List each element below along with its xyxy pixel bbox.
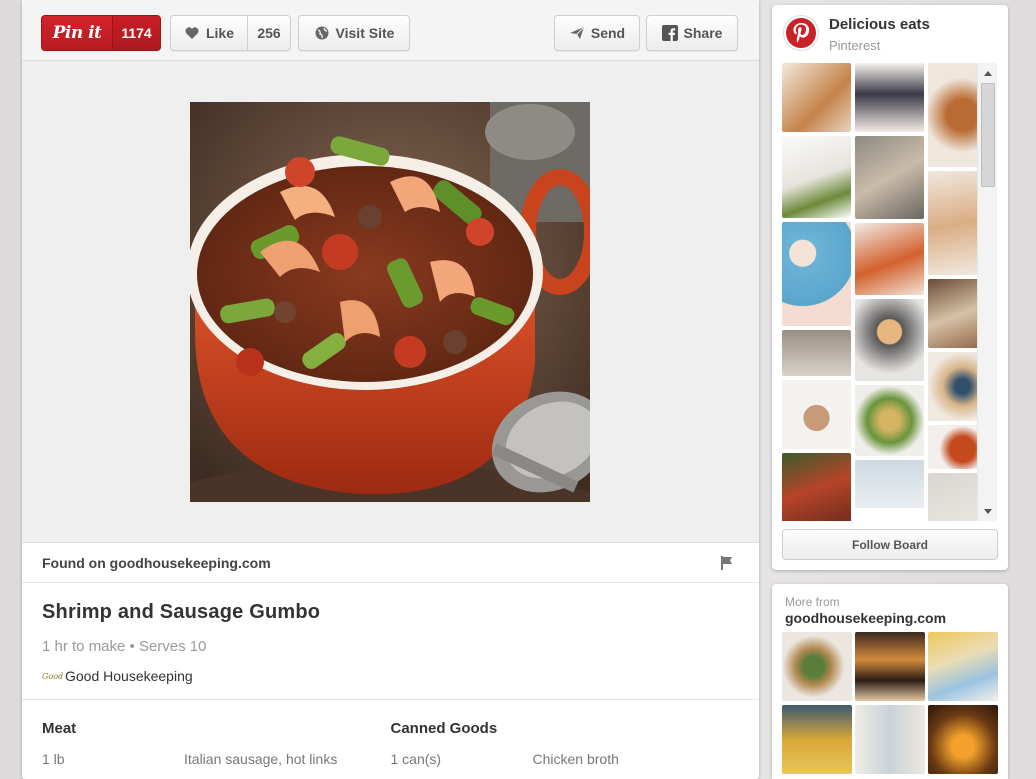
recipe-meta: 1 hr to make • Serves 10 bbox=[42, 638, 207, 655]
ingredient-group-heading: Canned Goods bbox=[390, 720, 498, 737]
send-label: Send bbox=[590, 25, 626, 41]
gumbo-photo[interactable] bbox=[190, 102, 590, 502]
good-housekeeping-logo: Good bbox=[42, 671, 64, 681]
board-pin-thumbnail[interactable] bbox=[782, 330, 851, 376]
board-pin-thumbnail[interactable] bbox=[782, 380, 851, 449]
repin-count: 1174 bbox=[112, 16, 160, 50]
pinterest-logo-icon bbox=[786, 18, 816, 48]
ingredient-group: Meat 1 lb Italian sausage, hot links bbox=[42, 720, 391, 767]
visit-site-label: Visit Site bbox=[335, 25, 395, 41]
board-pin-thumbnail[interactable] bbox=[782, 136, 851, 218]
more-from-label: More from bbox=[785, 595, 840, 609]
more-from-card: More from goodhousekeeping.com bbox=[772, 584, 1008, 779]
more-from-site[interactable]: goodhousekeeping.com bbox=[785, 610, 946, 626]
grid-column bbox=[855, 63, 924, 512]
ingredients-section: Meat 1 lb Italian sausage, hot links Can… bbox=[22, 700, 759, 767]
board-pin-grid bbox=[782, 63, 985, 521]
visit-site-button[interactable]: Visit Site bbox=[298, 15, 410, 51]
grid-column bbox=[782, 63, 851, 521]
like-label: Like bbox=[205, 25, 234, 41]
more-pin-thumbnail[interactable] bbox=[855, 705, 925, 774]
board-header[interactable]: Delicious eats Pinterest bbox=[772, 5, 1008, 63]
ingredient-group-heading: Meat bbox=[42, 720, 77, 737]
pin-it-label: Pin it bbox=[52, 23, 102, 43]
ingredient-qty: 1 lb bbox=[42, 751, 65, 767]
ingredient-item: Italian sausage, hot links bbox=[184, 751, 338, 767]
paper-plane-icon bbox=[569, 26, 585, 39]
more-pin-thumbnail[interactable] bbox=[782, 705, 852, 774]
pin-it-button[interactable]: Pin it 1174 bbox=[41, 15, 161, 51]
ingredient-qty: 1 can(s) bbox=[390, 751, 442, 767]
found-on-text[interactable]: Found on goodhousekeeping.com bbox=[42, 555, 271, 571]
share-label: Share bbox=[683, 25, 723, 41]
like-button[interactable]: Like 256 bbox=[170, 15, 291, 51]
more-pin-thumbnail[interactable] bbox=[782, 632, 852, 701]
board-pin-thumbnail[interactable] bbox=[782, 453, 851, 521]
pin-card: Pin it 1174 Like 256 Visit Site Send Sha… bbox=[22, 0, 759, 779]
board-owner[interactable]: Pinterest bbox=[829, 38, 880, 53]
globe-icon bbox=[315, 26, 329, 40]
heart-icon bbox=[185, 27, 199, 39]
board-scrollbar[interactable] bbox=[977, 63, 997, 521]
send-button[interactable]: Send bbox=[554, 15, 640, 51]
board-pin-thumbnail[interactable] bbox=[855, 136, 924, 219]
pin-toolbar: Pin it 1174 Like 256 Visit Site Send Sha… bbox=[22, 0, 759, 61]
board-pin-thumbnail[interactable] bbox=[855, 223, 924, 295]
more-pin-thumbnail[interactable] bbox=[928, 705, 998, 774]
found-on-row: Found on goodhousekeeping.com bbox=[22, 543, 759, 583]
scroll-down-arrow-icon[interactable] bbox=[978, 503, 998, 519]
board-pin-thumbnail[interactable] bbox=[782, 222, 851, 326]
scrollbar-thumb[interactable] bbox=[981, 83, 995, 187]
pin-image-stage bbox=[22, 61, 759, 543]
share-button[interactable]: Share bbox=[646, 15, 738, 51]
board-pin-thumbnail[interactable] bbox=[855, 63, 924, 132]
like-main[interactable]: Like bbox=[171, 16, 247, 50]
source-name[interactable]: Good Housekeeping bbox=[65, 668, 193, 684]
pinterest-logo-avatar[interactable] bbox=[783, 15, 819, 51]
pin-title: Shrimp and Sausage Gumbo bbox=[42, 601, 321, 623]
board-pin-thumbnail[interactable] bbox=[855, 460, 924, 508]
follow-board-button[interactable]: Follow Board bbox=[782, 529, 998, 560]
ingredient-row: 1 can(s) Chicken broth bbox=[391, 751, 740, 767]
board-card: Delicious eats Pinterest Follow Board bbox=[772, 5, 1008, 570]
board-pin-thumbnail[interactable] bbox=[855, 385, 924, 456]
facebook-icon bbox=[661, 25, 678, 41]
ingredient-row: 1 lb Italian sausage, hot links bbox=[42, 751, 391, 767]
board-pin-thumbnail[interactable] bbox=[782, 63, 851, 132]
gumbo-illustration bbox=[190, 102, 590, 502]
more-pin-thumbnail[interactable] bbox=[928, 632, 998, 701]
more-pin-thumbnail[interactable] bbox=[855, 632, 925, 701]
like-count: 256 bbox=[247, 16, 290, 50]
scroll-up-arrow-icon[interactable] bbox=[978, 65, 998, 81]
board-pin-thumbnail[interactable] bbox=[855, 299, 924, 381]
ingredient-group: Canned Goods 1 can(s) Chicken broth bbox=[391, 720, 740, 767]
flag-icon[interactable] bbox=[721, 556, 733, 570]
source-row[interactable]: Good Good Housekeeping bbox=[42, 668, 739, 684]
ingredient-item: Chicken broth bbox=[532, 751, 619, 767]
pin-details: Shrimp and Sausage Gumbo 1 hr to make • … bbox=[22, 583, 759, 700]
board-name[interactable]: Delicious eats bbox=[829, 16, 930, 33]
